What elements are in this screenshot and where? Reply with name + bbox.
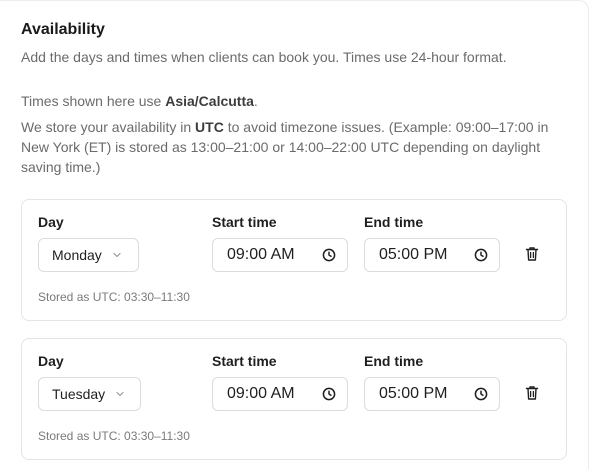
availability-slot-card: Day Start time End time Tuesday 09:00 AM…: [21, 338, 567, 460]
section-subtitle: Add the days and times when clients can …: [21, 49, 507, 65]
chevron-down-icon: [115, 389, 125, 399]
day-label: Day: [38, 214, 64, 230]
availability-panel: Availability Add the days and times when…: [0, 0, 589, 469]
end-time-label: End time: [364, 214, 424, 230]
stored-utc-text: Stored as UTC: 03:30–11:30: [38, 429, 190, 443]
day-label: Day: [38, 353, 64, 369]
availability-slot-card: Day Start time End time Monday 09:00 AM …: [21, 199, 567, 321]
day-select-value: Tuesday: [52, 386, 106, 402]
end-time-input[interactable]: 05:00 PM: [364, 377, 500, 411]
end-time-value: 05:00 PM: [379, 246, 448, 263]
trash-icon[interactable]: [525, 385, 539, 401]
clock-icon[interactable]: [322, 248, 336, 262]
day-select[interactable]: Tuesday: [38, 377, 141, 411]
end-time-label: End time: [364, 353, 424, 369]
clock-icon[interactable]: [322, 387, 336, 401]
start-time-label: Start time: [212, 353, 277, 369]
start-time-label: Start time: [212, 214, 277, 230]
trash-icon[interactable]: [525, 246, 539, 262]
start-time-value: 09:00 AM: [227, 385, 295, 402]
utc-note: We store your availability in UTC to avo…: [21, 117, 573, 177]
start-time-value: 09:00 AM: [227, 246, 295, 263]
timezone-prefix: Times shown here use: [21, 93, 166, 109]
section-title: Availability: [21, 21, 105, 38]
end-time-value: 05:00 PM: [379, 385, 448, 402]
utc-word: UTC: [195, 119, 224, 135]
clock-icon[interactable]: [474, 248, 488, 262]
start-time-input[interactable]: 09:00 AM: [212, 238, 348, 272]
timezone-name: Asia/Calcutta: [165, 93, 254, 109]
day-select[interactable]: Monday: [38, 238, 139, 272]
start-time-input[interactable]: 09:00 AM: [212, 377, 348, 411]
day-select-value: Monday: [52, 247, 102, 263]
timezone-suffix: .: [253, 93, 258, 109]
chevron-down-icon: [112, 250, 122, 260]
stored-utc-text: Stored as UTC: 03:30–11:30: [38, 290, 190, 304]
end-time-input[interactable]: 05:00 PM: [364, 238, 500, 272]
clock-icon[interactable]: [474, 387, 488, 401]
utc-note-prefix: We store your availability in: [21, 119, 196, 135]
timezone-info: Times shown here use Asia/Calcutta.: [21, 93, 258, 109]
